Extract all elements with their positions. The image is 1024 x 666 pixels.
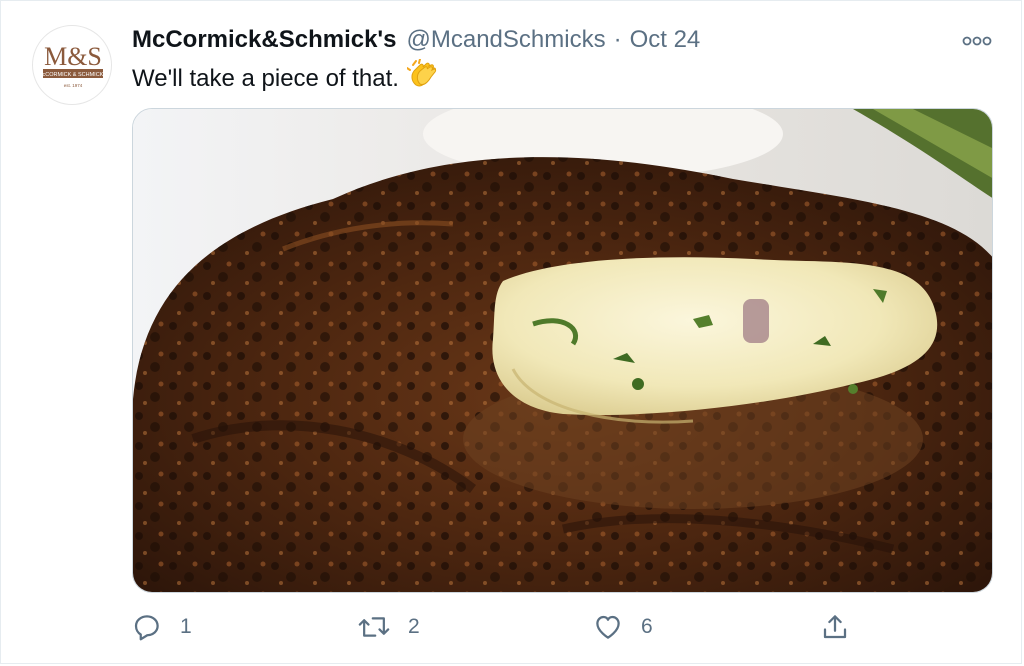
- reply-button[interactable]: 1: [132, 607, 192, 647]
- tweet-card[interactable]: M&S McCORMICK & SCHMICK'S est. 1974 McCo…: [0, 0, 1022, 664]
- mccormick-logo: M&S McCORMICK & SCHMICK'S est. 1974: [38, 42, 108, 88]
- tweet-text: We'll take a piece of that.: [132, 58, 439, 98]
- tweet-text-content: We'll take a piece of that.: [132, 64, 399, 92]
- share-icon: [823, 615, 847, 639]
- separator-dot: ·: [613, 26, 622, 53]
- tweet-media-steak-photo[interactable]: [132, 108, 993, 593]
- reply-count: 1: [180, 615, 192, 638]
- avatar-sub-text: McCORMICK & SCHMICK'S: [38, 72, 108, 78]
- like-count: 6: [641, 615, 653, 638]
- avatar-logo-text: M&S: [44, 42, 102, 71]
- author-name[interactable]: McCormick&Schmick's: [132, 25, 396, 55]
- clapping-hands-icon: [405, 58, 439, 98]
- share-button[interactable]: [820, 607, 850, 647]
- tweet-date[interactable]: Oct 24: [630, 25, 701, 55]
- tweet-actions: 1 2 6: [132, 607, 932, 647]
- retweet-button[interactable]: 2: [358, 607, 420, 647]
- avatar[interactable]: M&S McCORMICK & SCHMICK'S est. 1974: [32, 25, 112, 105]
- retweet-count: 2: [408, 615, 420, 638]
- retweet-icon: [358, 617, 390, 637]
- tweet-header: McCormick&Schmick's @McandSchmicks · Oct…: [132, 25, 700, 55]
- more-options-icon[interactable]: [958, 27, 996, 55]
- like-button[interactable]: 6: [593, 607, 653, 647]
- reply-icon: [134, 615, 159, 641]
- avatar-est-text: est. 1974: [64, 83, 83, 88]
- heart-icon: [596, 615, 620, 639]
- author-handle[interactable]: @McandSchmicks: [406, 25, 605, 55]
